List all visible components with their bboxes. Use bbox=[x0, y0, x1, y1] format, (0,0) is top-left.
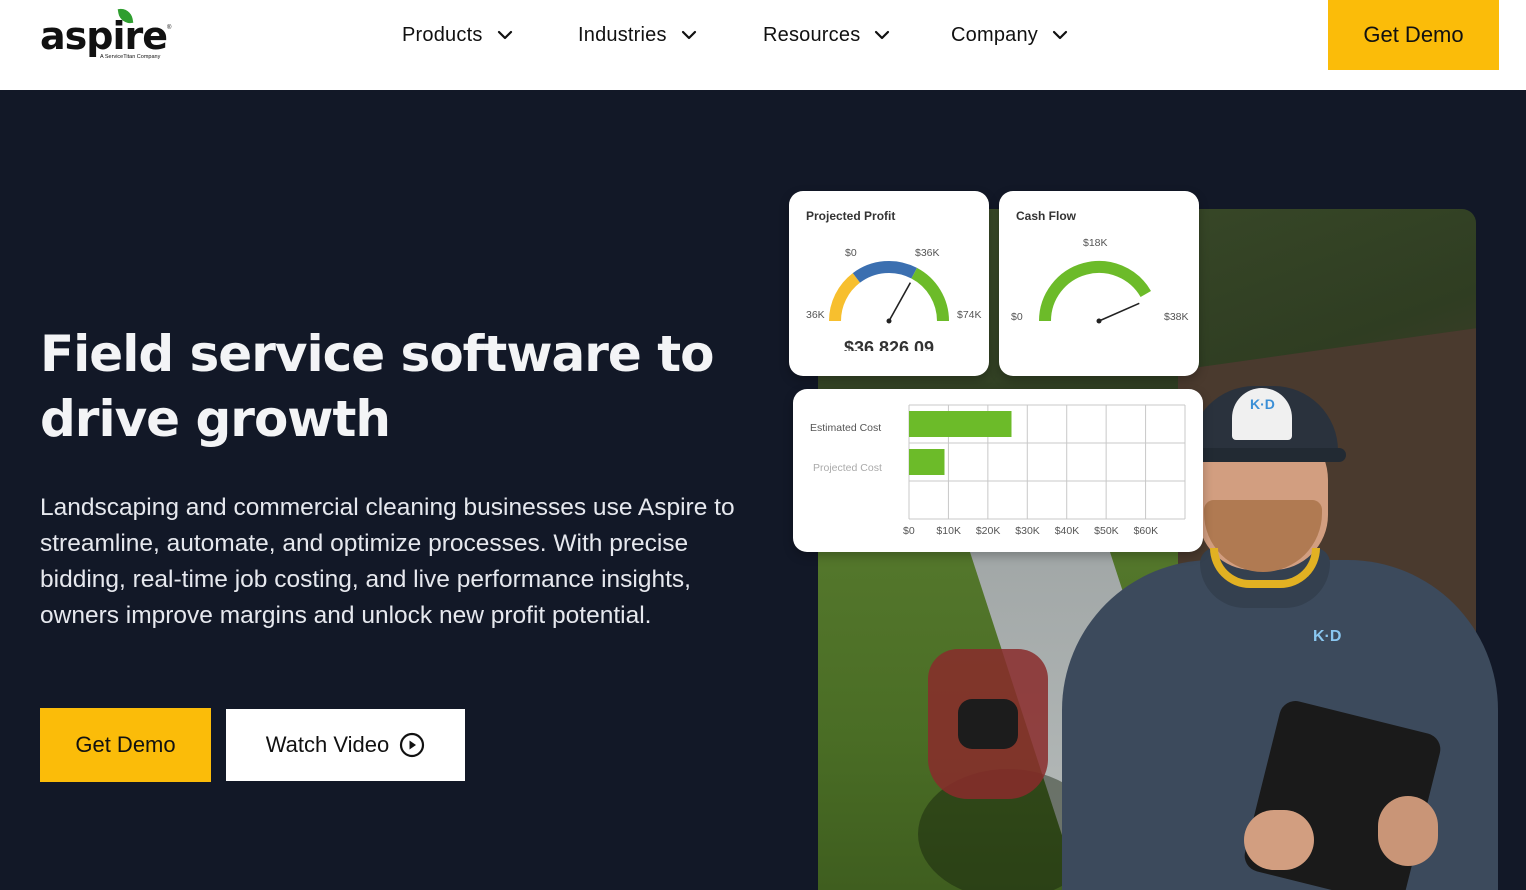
bar-estimated-cost bbox=[909, 411, 1012, 437]
nav-item-resources[interactable]: Resources bbox=[763, 0, 894, 70]
cash-flow-gauge bbox=[1039, 260, 1151, 324]
x-tick-label: $20K bbox=[975, 525, 1001, 537]
logo-tagline: A ServiceTitan Company bbox=[100, 54, 161, 60]
x-tick-label: $30K bbox=[1015, 525, 1040, 537]
cost-bar-chart-card: Estimated Cost Projected Cost $0 $10K $2… bbox=[793, 389, 1203, 552]
x-tick-label: $40K bbox=[1054, 525, 1080, 537]
gauge-fill bbox=[1039, 260, 1151, 322]
play-circle-icon bbox=[400, 732, 425, 758]
bar-projected-cost bbox=[909, 449, 945, 475]
watch-video-button[interactable]: Watch Video bbox=[226, 709, 465, 781]
bar-label-estimated-cost: Estimated Cost bbox=[810, 422, 882, 434]
nav-item-industries[interactable]: Industries bbox=[578, 0, 701, 70]
left-hand bbox=[1244, 810, 1314, 870]
logo-wordmark: aspire bbox=[40, 14, 168, 58]
aspire-logo[interactable]: aspire ® A ServiceTitan Company bbox=[40, 6, 180, 64]
chevron-down-icon bbox=[1052, 30, 1068, 40]
nav-label: Company bbox=[951, 23, 1038, 46]
gauge-segment-low bbox=[852, 260, 917, 283]
cap-logo: K·D bbox=[1250, 396, 1275, 412]
gauge-segment-high bbox=[911, 267, 950, 322]
watch-video-label: Watch Video bbox=[265, 732, 390, 757]
cash-flow-card: Cash Flow $18K $0 $38K bbox=[999, 191, 1199, 376]
nav-item-products[interactable]: Products bbox=[402, 0, 517, 70]
bar-label-projected-cost: Projected Cost bbox=[813, 462, 882, 474]
nav-label: Products bbox=[402, 23, 483, 46]
shirt-logo: K·D bbox=[1313, 628, 1342, 645]
x-tick-label: $50K bbox=[1094, 525, 1119, 537]
nav-item-company[interactable]: Company bbox=[951, 0, 1072, 70]
right-hand bbox=[1378, 796, 1438, 866]
projected-profit-card: Projected Profit $0 $36K 36K $74K $36,82… bbox=[789, 191, 989, 376]
x-tick-label: $0 bbox=[903, 525, 915, 537]
cap-bill bbox=[1182, 448, 1346, 462]
nav-label: Industries bbox=[578, 23, 667, 46]
x-tick-label: $10K bbox=[936, 525, 961, 537]
x-tick-label: $60K bbox=[1133, 525, 1159, 537]
projected-profit-value: $36,826.09 bbox=[843, 338, 935, 351]
chevron-down-icon bbox=[681, 30, 696, 40]
site-header: aspire ® A ServiceTitan Company Products… bbox=[0, 0, 1526, 90]
nav-label: Resources bbox=[763, 23, 861, 46]
trademark-mark: ® bbox=[167, 25, 172, 31]
mower-seat bbox=[958, 699, 1018, 749]
gauge-hub bbox=[886, 318, 892, 324]
header-get-demo-button[interactable]: Get Demo bbox=[1328, 0, 1499, 70]
gauge-needle bbox=[1098, 302, 1140, 322]
hero-description: Landscaping and commercial cleaning busi… bbox=[40, 494, 735, 629]
hero-title: Field service software to drive growth bbox=[40, 325, 715, 448]
chevron-down-icon bbox=[875, 30, 890, 40]
gauge-hub bbox=[1096, 318, 1102, 324]
chevron-down-icon bbox=[497, 30, 512, 40]
gauge-segment-negative bbox=[828, 273, 861, 322]
hero-get-demo-button[interactable]: Get Demo bbox=[40, 708, 211, 782]
gauge-needle bbox=[888, 282, 912, 322]
